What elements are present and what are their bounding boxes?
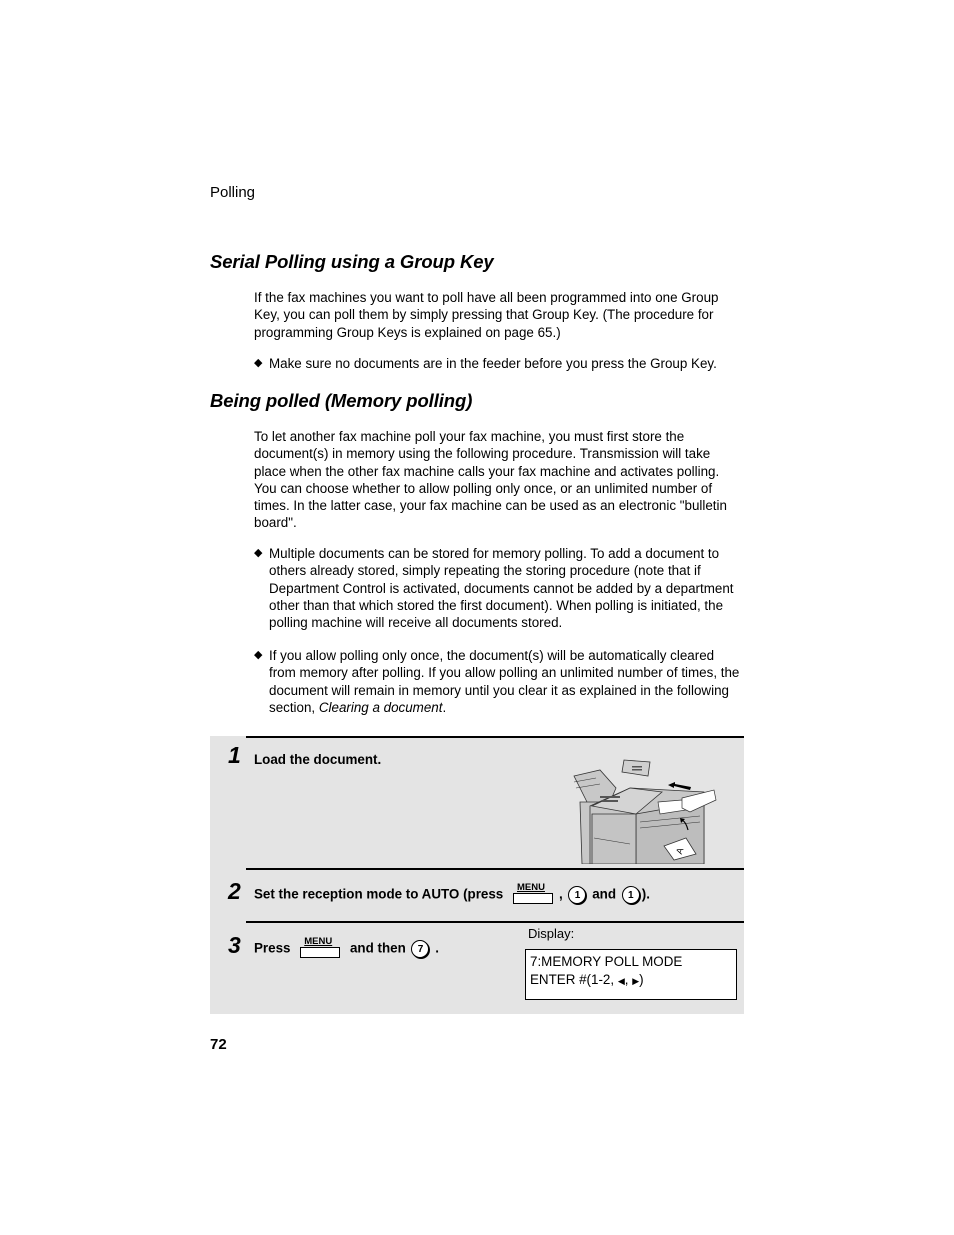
conjunction: and [592, 886, 617, 902]
lcd-display: 7:MEMORY POLL MODE ENTER #(1-2, ◀, ▶) [525, 949, 737, 1000]
menu-key-label: MENU [304, 936, 333, 947]
step-text-after: . [435, 940, 439, 956]
steps-box: 1 Load the document. A 2 Set the recepti… [210, 736, 744, 1014]
conjunction: and then [349, 940, 406, 956]
bullet-text-end: . [442, 699, 447, 715]
bullet-text: Make sure no documents are in the feeder… [269, 356, 717, 371]
fax-machine-illustration: A [573, 759, 717, 864]
bullet-item: ◆ Make sure no documents are in the feed… [254, 355, 744, 372]
step-text-before: Press [254, 940, 291, 956]
running-head: Polling [210, 184, 256, 201]
bullet-diamond-icon: ◆ [254, 547, 263, 559]
section-title-serial-polling: Serial Polling using a Group Key [210, 251, 494, 272]
menu-key-icon: MENU [513, 882, 553, 904]
step-text-before: Set the reception mode to AUTO (press [254, 886, 504, 902]
page-number: 72 [210, 1036, 227, 1053]
bullet-diamond-icon: ◆ [254, 357, 263, 369]
step-text: Set the reception mode to AUTO (press ME… [254, 882, 650, 904]
bullet-item: ◆ If you allow polling only once, the do… [254, 647, 744, 716]
bullet-text: Multiple documents can be stored for mem… [269, 546, 734, 631]
cross-reference-link: Clearing a document [318, 699, 443, 715]
section-paragraph: To let another fax machine poll your fax… [254, 429, 727, 531]
display-comma: , [624, 972, 629, 987]
separator: , [559, 886, 563, 902]
divider [246, 868, 744, 870]
divider [246, 736, 744, 738]
step-number: 3 [228, 932, 241, 958]
display-line-2: ENTER #(1-2, ◀, ▶) [530, 971, 736, 990]
menu-key-label: MENU [517, 882, 545, 893]
menu-key-icon: MENU [300, 936, 341, 958]
step-number: 1 [228, 742, 241, 768]
step-text: Load the document. [254, 752, 382, 767]
display-line-1: 7:MEMORY POLL MODE [530, 954, 683, 969]
left-arrow-icon: ◀ [617, 976, 625, 986]
bullet-diamond-icon: ◆ [254, 649, 263, 661]
bullet-item: ◆ Multiple documents can be stored for m… [254, 545, 744, 631]
display-line-2-suffix: ) [639, 972, 644, 987]
number-key-icon: 1 [568, 886, 587, 904]
section-paragraph: If the fax machines you want to poll hav… [254, 290, 719, 340]
display-label: Display: [528, 926, 575, 941]
step-text: Press MENU and then 7 . [254, 936, 439, 958]
section-title-memory-polling: Being polled (Memory polling) [210, 390, 473, 411]
display-line-2-prefix: ENTER #(1-2, [530, 972, 615, 987]
number-key-icon: 7 [411, 940, 430, 958]
step-text-after: ). [641, 886, 650, 902]
step-number: 2 [228, 878, 241, 904]
number-key-icon: 1 [621, 886, 640, 904]
divider [246, 921, 744, 923]
